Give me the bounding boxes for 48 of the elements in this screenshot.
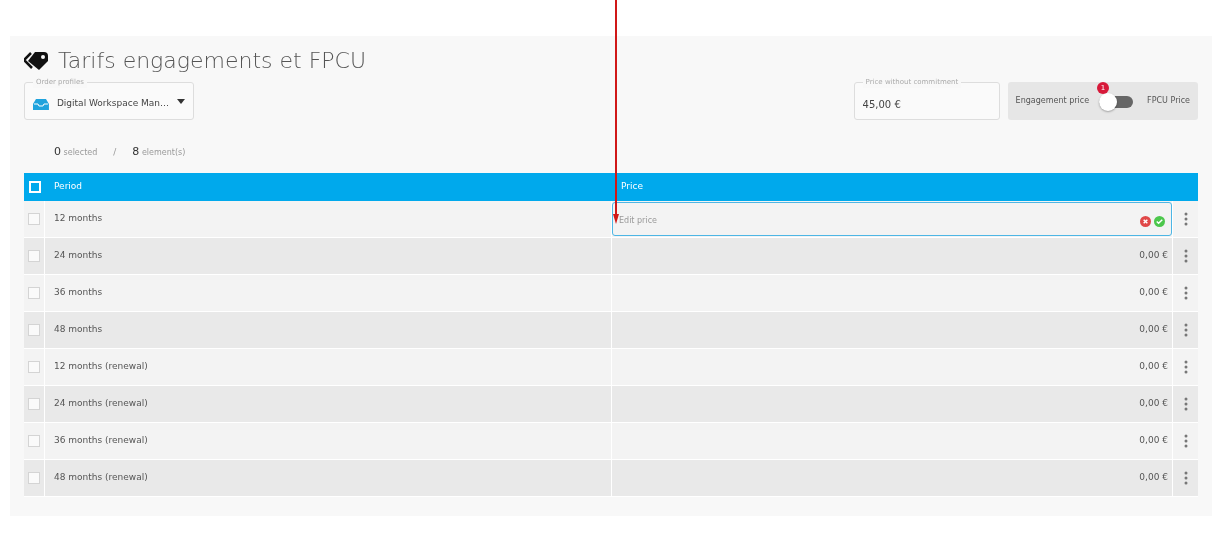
toggle-label: FPCU Price [1147,95,1190,107]
table-cell-text: 0,00 € [1139,285,1168,299]
tray-icon [33,98,49,110]
row-checkbox[interactable] [28,471,40,484]
summary-text: 8 element(s) [132,144,186,160]
price-editor[interactable]: Edit price [612,201,1172,236]
toggle-label: Engagement price [1015,95,1090,107]
table-cell-text: 0,00 € [1139,322,1168,336]
table-cell: 12 months (renewal) [45,348,612,385]
row-checkbox[interactable] [28,286,40,299]
row-checkbox[interactable] [28,323,40,336]
column-header: Price [620,179,644,193]
more-icon[interactable] [1183,211,1188,226]
row-checkbox[interactable] [28,212,40,225]
table-cell: 24 months (renewal) [45,385,612,422]
more-icon[interactable] [1183,248,1188,263]
table-cell-text: 0,00 € [1139,470,1168,484]
table-cell: 36 months (renewal) [45,422,612,459]
row-checkbox[interactable] [28,397,40,410]
row-checkbox[interactable] [28,434,40,447]
more-icon[interactable] [1183,285,1188,300]
table-cell-text: 0,00 € [1139,396,1168,410]
table-cell: 36 months [45,274,612,311]
more-icon[interactable] [1183,322,1188,337]
row-checkbox[interactable] [28,360,40,373]
table-cell: 48 months (renewal) [45,459,612,496]
page-title: Tarifs engagements et FPCU [58,48,367,74]
field-value: 45,00 € [862,99,901,110]
column-header: Period [53,179,84,193]
tag-icon [24,51,50,71]
summary-text: 0 selected [54,144,98,160]
table-cell: 24 months [45,237,612,274]
cancel-icon[interactable] [1140,215,1151,227]
toggle-switch[interactable] [1099,96,1134,108]
caret-icon [177,98,185,104]
more-icon[interactable] [1183,470,1188,485]
table-cell: 48 months [45,311,612,348]
price-input[interactable]: Edit price [619,214,1137,227]
row-checkbox[interactable] [28,249,40,262]
table-cell-text: 0,00 € [1139,359,1168,373]
more-icon[interactable] [1183,359,1188,374]
table-cell-text: 0,00 € [1139,248,1168,262]
more-icon[interactable] [1183,433,1188,448]
separator: / [113,146,117,159]
more-icon[interactable] [1183,396,1188,411]
select-all-checkbox[interactable] [28,180,41,193]
table-cell-text: 0,00 € [1139,433,1168,447]
confirm-icon[interactable] [1154,215,1165,227]
